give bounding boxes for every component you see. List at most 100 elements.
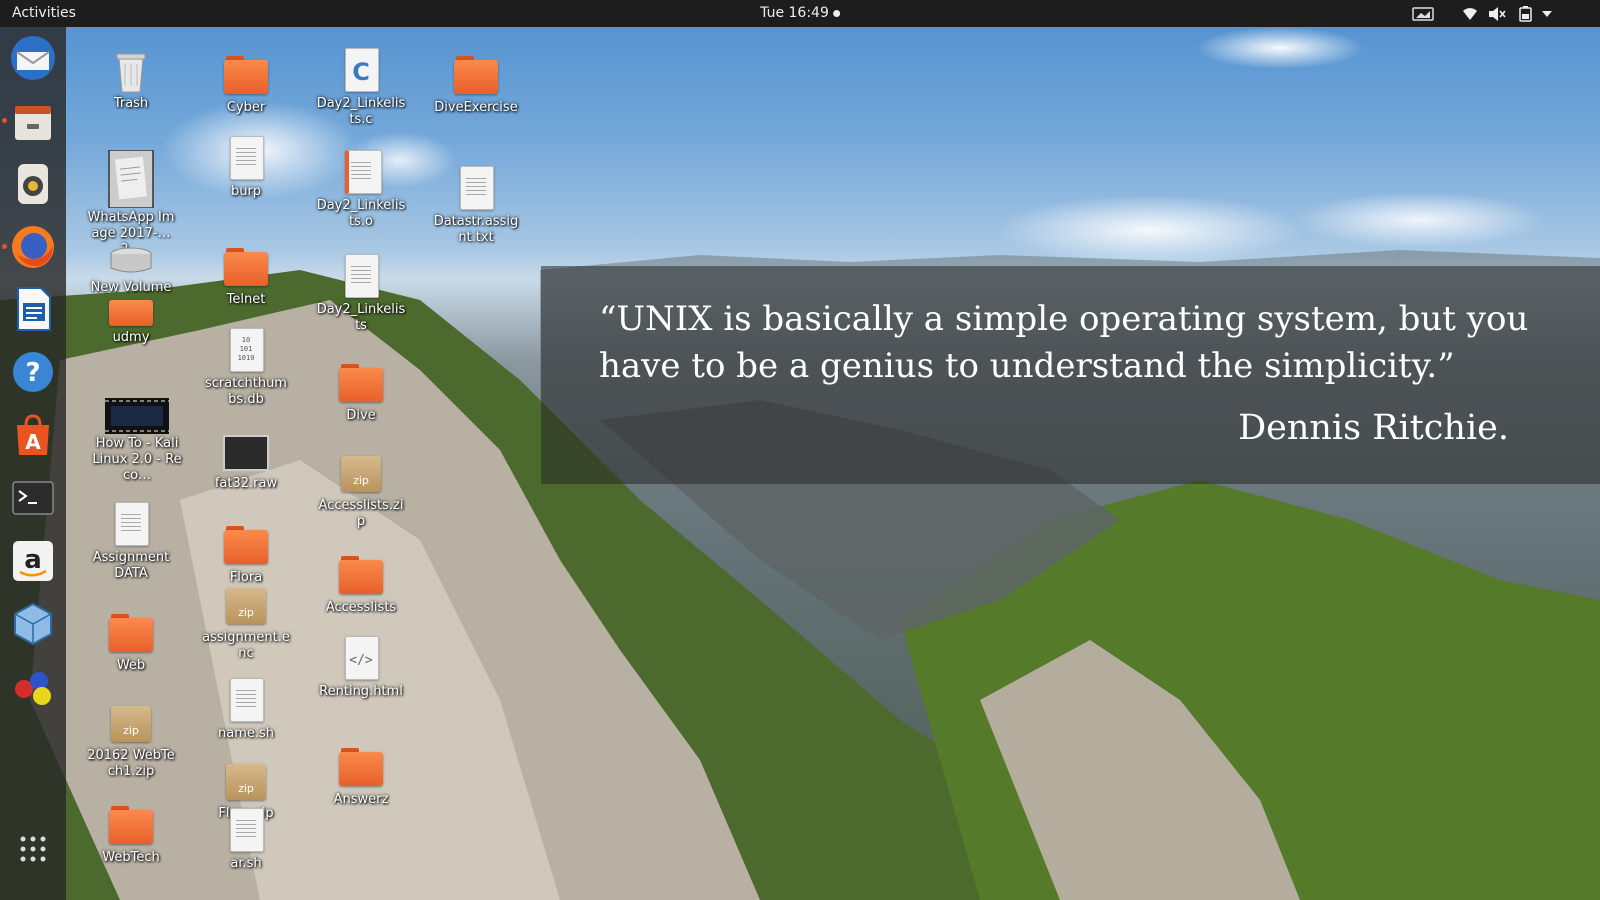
desktop-icon-document[interactable]: burp — [201, 134, 291, 200]
icon-label: Web — [116, 658, 146, 673]
desktop-icon-image[interactable]: WhatsApp Image 2017-…2… — [86, 149, 176, 258]
video-thumbnail-icon — [105, 398, 169, 434]
icon-label: name.sh — [217, 726, 274, 741]
desktop-icon-folder[interactable]: Web — [86, 608, 176, 674]
document-icon — [222, 134, 270, 182]
icon-label: Assignment DATA — [92, 550, 170, 581]
icon-label: Day2_Linkelists.c — [316, 96, 406, 127]
software-center-icon[interactable]: A — [9, 411, 57, 459]
icon-label: scratchthumbs.db — [205, 376, 287, 407]
disk-image-icon — [222, 434, 270, 474]
folder-icon — [337, 358, 385, 406]
folder-icon — [337, 550, 385, 598]
firefox-icon[interactable] — [9, 223, 57, 271]
icon-label: Dive — [346, 408, 376, 423]
icon-label: Trash — [113, 96, 149, 111]
desktop-icon-c-source[interactable]: C Day2_Linkelists.c — [316, 46, 406, 128]
desktop-icon-folder[interactable]: Telnet — [201, 242, 291, 308]
folder-icon — [107, 300, 155, 328]
icon-label: How To - Kali Linux 2.0 - Reco… — [92, 436, 182, 483]
desktop-icon-document[interactable]: Datastr.assignt.txt — [431, 164, 521, 246]
desktop-icon-folder[interactable]: Dive — [316, 358, 406, 424]
desktop-icon-document[interactable]: name.sh — [201, 676, 291, 742]
rhythmbox-icon[interactable] — [9, 160, 57, 208]
wallpaper-quote: “UNIX is basically a simple operating sy… — [541, 266, 1600, 484]
desktop-icon-html[interactable]: </> Renting.html — [316, 634, 406, 700]
folder-icon — [107, 608, 155, 656]
files-icon[interactable] — [9, 98, 57, 146]
desktop-icon-document[interactable]: Day2_Linkelists — [316, 252, 406, 334]
trash-icon — [107, 46, 155, 94]
help-icon[interactable]: ? — [9, 348, 57, 396]
thunderbird-icon[interactable] — [9, 34, 57, 82]
desktop-icon-raw[interactable]: fat32.raw — [201, 434, 291, 492]
desktop-icon-document[interactable]: ar.sh — [201, 806, 291, 872]
document-icon — [337, 252, 385, 300]
desktop-icon-folder[interactable]: DiveExercise — [431, 50, 521, 116]
object-file-icon — [337, 148, 385, 196]
desktop-icon-folder[interactable]: WebTech — [86, 800, 176, 866]
desktop-icon-document[interactable]: Assignment DATA — [86, 500, 176, 582]
battery-icon[interactable] — [1518, 6, 1534, 22]
folder-icon — [222, 50, 270, 98]
desktop-icon-zip[interactable]: zip 20162 WebTech1.zip — [86, 698, 176, 780]
icon-label: Accesslists — [325, 600, 397, 615]
desktop-icon-folder[interactable]: Accesslists — [316, 550, 406, 616]
volume-muted-icon[interactable] — [1488, 6, 1506, 22]
svg-text:1010: 1010 — [238, 354, 255, 362]
desktop-icon-folder[interactable]: Answerz — [316, 742, 406, 808]
icon-label: udmy — [112, 330, 150, 345]
virtualbox-icon[interactable] — [9, 600, 57, 648]
zip-archive-icon: zip — [107, 698, 155, 746]
icon-label: Day2_Linkelists — [316, 302, 406, 333]
desktop-icon-document[interactable]: Day2_Linkelists.o — [316, 148, 406, 230]
amazon-icon[interactable]: a — [9, 537, 57, 585]
svg-text:a: a — [24, 545, 42, 575]
icon-label: New Volume — [90, 280, 172, 295]
svg-text:101: 101 — [240, 345, 253, 353]
icon-label: Renting.html — [319, 684, 403, 699]
c-source-file-icon: C — [337, 46, 385, 94]
clock-text: Tue 16:49 — [760, 5, 829, 21]
icon-label: WebTech — [102, 850, 160, 865]
folder-icon — [222, 520, 270, 568]
desktop-icon-video[interactable]: How To - Kali Linux 2.0 - Reco… — [92, 398, 182, 484]
icon-label: 20162 WebTech1.zip — [87, 748, 175, 779]
folder-icon — [337, 742, 385, 790]
desktop-icon-binary[interactable]: 10 101 1010 scratchthumbs.db — [201, 326, 291, 408]
folder-icon — [107, 800, 155, 848]
show-applications-icon[interactable] — [9, 825, 57, 873]
zip-archive-icon: zip — [222, 580, 270, 628]
terminal-icon[interactable] — [9, 474, 57, 522]
icon-label: ar.sh — [230, 856, 262, 871]
icon-label: Day2_Linkelists.o — [316, 198, 406, 229]
svg-text:</>: </> — [349, 653, 373, 668]
chevron-down-icon[interactable] — [1541, 6, 1553, 22]
quote-author: Dennis Ritchie. — [1238, 408, 1509, 448]
desktop-icon-drive[interactable]: New Volume — [86, 246, 176, 296]
wifi-icon[interactable] — [1462, 6, 1478, 22]
desktop-icon-zip[interactable]: zip Accesslists.zip — [316, 448, 406, 530]
icon-label: Answerz — [333, 792, 389, 807]
desktop-icon-folder[interactable]: Cyber — [201, 50, 291, 116]
icon-label: Telnet — [226, 292, 266, 307]
image-thumbnail-icon — [107, 149, 155, 209]
desktop-icon-folder[interactable]: Flora — [201, 520, 291, 586]
svg-text:C: C — [352, 58, 370, 86]
screen-icon[interactable] — [1412, 6, 1434, 22]
svg-text:10: 10 — [242, 336, 250, 344]
clock[interactable]: Tue 16:49 — [760, 5, 840, 21]
icon-label: fat32.raw — [214, 476, 278, 491]
script-file-icon — [222, 806, 270, 854]
desktop-icon-zip[interactable]: zip assignment.enc — [201, 580, 291, 662]
game-balls-icon[interactable] — [9, 663, 57, 711]
html-file-icon: </> — [337, 634, 385, 682]
activities-button[interactable]: Activities — [12, 5, 76, 21]
script-file-icon — [222, 676, 270, 724]
dock: ? A a — [0, 27, 66, 900]
desktop-icon-trash[interactable]: Trash — [86, 46, 176, 112]
icon-label: burp — [230, 184, 262, 199]
libreoffice-writer-icon[interactable] — [9, 285, 57, 333]
notification-dot-icon — [832, 9, 840, 17]
desktop-icon-folder[interactable]: udmy — [86, 300, 176, 346]
